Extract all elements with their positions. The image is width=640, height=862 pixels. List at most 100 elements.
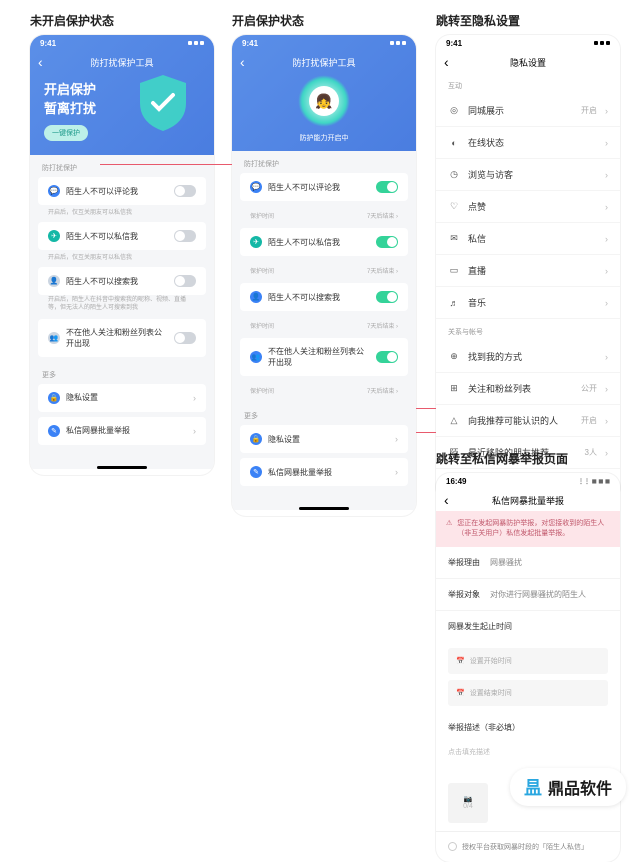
- row-search: 👤 陌生人不可以搜索我: [38, 267, 206, 295]
- report-reason-row: 举报理由 网暴骚扰: [436, 547, 620, 579]
- toggle-follow[interactable]: [376, 351, 398, 363]
- row-icon: ◎: [448, 105, 460, 117]
- row-privacy-settings[interactable]: 🔒 隐私设置 ›: [240, 425, 408, 453]
- privacy-row[interactable]: ⊞关注和粉丝列表公开›: [436, 373, 620, 405]
- row-icon: ✉: [448, 233, 460, 245]
- chevron-right-icon: ›: [605, 266, 608, 276]
- report-icon: ✎: [48, 425, 60, 437]
- row-icon: ⊞: [448, 383, 460, 395]
- list-icon: 👥: [48, 332, 60, 344]
- chevron-right-icon: ›: [605, 202, 608, 212]
- privacy-row[interactable]: ♡点赞›: [436, 191, 620, 223]
- calendar-icon: 📅: [456, 657, 465, 665]
- chevron-right-icon: ›: [605, 416, 608, 426]
- row-icon: ♡: [448, 201, 460, 213]
- row-icon: ◐: [448, 137, 460, 149]
- page-title: 防打扰保护工具: [232, 56, 416, 69]
- arrow-line: [100, 164, 232, 165]
- auth-row[interactable]: 授权平台获取网暴时段的「陌生人私信」: [436, 831, 620, 862]
- chevron-right-icon: ›: [605, 106, 608, 116]
- section-more: 更多: [30, 362, 214, 384]
- back-icon[interactable]: ‹: [38, 54, 43, 70]
- privacy-row[interactable]: ♬音乐›: [436, 287, 620, 319]
- sect-interact: 互动: [436, 73, 620, 95]
- dm-icon: ✈: [48, 230, 60, 242]
- avatar-shield-icon: 👧: [298, 75, 350, 127]
- brand-logo: 昷 鼎品软件: [510, 768, 626, 806]
- row-privacy-settings[interactable]: 🔒 隐私设置 ›: [38, 384, 206, 412]
- row-icon: △: [448, 415, 460, 427]
- row-search: 👤 陌生人不可以搜索我: [240, 283, 408, 311]
- privacy-row[interactable]: ✉私信›: [436, 223, 620, 255]
- row-report[interactable]: ✎ 私信网暴批量举报 ›: [240, 458, 408, 486]
- statusbar: 16:49 ⋮⋮ ◼ ◼ ◼: [436, 473, 620, 489]
- toggle-comment[interactable]: [376, 181, 398, 193]
- report-title: 私信网暴批量举报: [436, 494, 620, 507]
- row-icon: ◷: [448, 169, 460, 181]
- warning-icon: ⚠: [446, 519, 452, 539]
- toggle-search[interactable]: [174, 275, 196, 287]
- row-comment: 💬 陌生人不可以评论我: [240, 173, 408, 201]
- chevron-right-icon: ›: [605, 170, 608, 180]
- chevron-right-icon: ›: [605, 298, 608, 308]
- statusbar: 9:41: [232, 35, 416, 51]
- start-time-input[interactable]: 📅 设置开始时间: [448, 648, 608, 674]
- end-time-input[interactable]: 📅 设置结束时间: [448, 680, 608, 706]
- statusbar: 9:41: [436, 35, 620, 51]
- toggle-search[interactable]: [376, 291, 398, 303]
- privacy-row[interactable]: ⊕找到我的方式›: [436, 341, 620, 373]
- back-icon[interactable]: ‹: [444, 492, 449, 508]
- chevron-right-icon: ›: [605, 138, 608, 148]
- chevron-right-icon: ›: [605, 352, 608, 362]
- chevron-right-icon: ›: [605, 234, 608, 244]
- phone-on: 9:41 ‹ 防打扰保护工具 👧 防护能力开启中 防打扰保护 💬 陌生人不可以评…: [232, 35, 416, 516]
- row-icon: ♬: [448, 297, 460, 309]
- row-comment: 💬 陌生人不可以评论我: [38, 177, 206, 205]
- section-protect: 防打扰保护: [30, 155, 214, 177]
- home-indicator: [97, 466, 147, 469]
- phone-privacy: 9:41 ‹ 隐私设置 互动 ◎同城展示开启›◐在线状态›◷浏览与访客›♡点赞›…: [436, 35, 620, 501]
- shield-icon: [136, 73, 190, 133]
- report-desc-label: 举报描述（非必填）: [436, 712, 620, 743]
- report-time-label: 网暴发生起止时间: [436, 611, 620, 642]
- protect-status: 防护能力开启中: [232, 133, 416, 143]
- calendar-icon: 📅: [456, 689, 465, 697]
- section-protect: 防打扰保护: [232, 151, 416, 173]
- toggle-dm[interactable]: [376, 236, 398, 248]
- phone-off: 9:41 ‹ 防打扰保护工具 开启保护 暂离打扰 一键保护 防打扰保护 💬 陌生…: [30, 35, 214, 475]
- row-report[interactable]: ✎ 私信网暴批量举报 ›: [38, 417, 206, 445]
- image-upload[interactable]: 📷 0/4: [448, 783, 488, 823]
- section-more: 更多: [232, 403, 416, 425]
- privacy-row[interactable]: △向我推荐可能认识的人开启›: [436, 405, 620, 437]
- toggle-comment[interactable]: [174, 185, 196, 197]
- back-icon[interactable]: ‹: [444, 54, 449, 70]
- radio-icon: [448, 842, 457, 851]
- privacy-row[interactable]: ◐在线状态›: [436, 127, 620, 159]
- row-icon: ▭: [448, 265, 460, 277]
- report-target-row: 举报对象 对你进行网暴骚扰的陌生人: [436, 579, 620, 611]
- arrow-line: [416, 432, 436, 433]
- chevron-right-icon: ›: [605, 384, 608, 394]
- chevron-right-icon: ›: [193, 426, 196, 436]
- chevron-right-icon: ›: [193, 393, 196, 403]
- privacy-row[interactable]: ▭直播›: [436, 255, 620, 287]
- search-icon: 👤: [48, 275, 60, 287]
- report-banner: ⚠ 您正在发起网暴防护举报，对您接收到的陌生人（非互关用户）私信发起批量举报。: [436, 511, 620, 547]
- comment-icon: 💬: [48, 185, 60, 197]
- enable-protect-button[interactable]: 一键保护: [44, 125, 88, 141]
- page-title: 防打扰保护工具: [30, 56, 214, 69]
- row-follow-list: 👥 不在他人关注和粉丝列表公开出现: [38, 319, 206, 357]
- row-dm: ✈ 陌生人不可以私信我: [240, 228, 408, 256]
- back-icon[interactable]: ‹: [240, 54, 245, 70]
- col1-title: 未开启保护状态: [30, 12, 214, 29]
- logo-icon: 昷: [524, 774, 542, 800]
- lock-icon: 🔒: [48, 392, 60, 404]
- col3-title: 跳转至隐私设置: [436, 12, 620, 29]
- toggle-dm[interactable]: [174, 230, 196, 242]
- statusbar: 9:41: [30, 35, 214, 51]
- privacy-row[interactable]: ◎同城展示开启›: [436, 95, 620, 127]
- privacy-row[interactable]: ◷浏览与访客›: [436, 159, 620, 191]
- toggle-follow[interactable]: [174, 332, 196, 344]
- privacy-title: 隐私设置: [436, 56, 620, 69]
- col2-title: 开启保护状态: [232, 12, 416, 29]
